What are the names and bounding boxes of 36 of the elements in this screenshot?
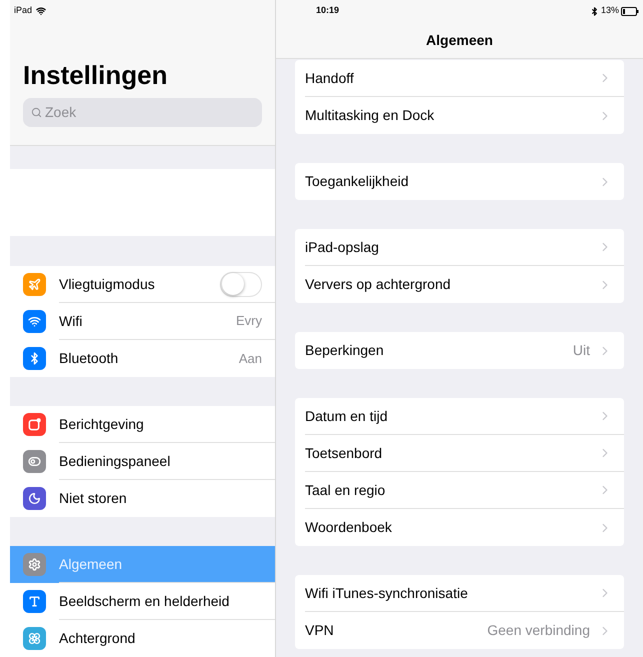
settings-row[interactable]: Datum en tijd <box>305 398 624 435</box>
bluetooth-icon <box>590 6 599 16</box>
settings-row[interactable]: Beperkingen Uit <box>305 332 624 369</box>
page-title: Algemeen <box>426 30 493 50</box>
switch-icon <box>28 455 41 468</box>
device-name: iPad <box>14 4 32 17</box>
settings-row[interactable]: Handoff <box>305 60 624 97</box>
wifi-icon <box>28 315 41 328</box>
notification-icon <box>28 418 41 432</box>
settings-icon <box>28 558 41 572</box>
search-icon <box>31 106 42 118</box>
search-field[interactable]: Zoek <box>23 98 262 127</box>
settings-row[interactable]: Toetsenbord <box>305 435 624 472</box>
settings-row[interactable]: iPad-opslag <box>305 229 624 266</box>
row-value: Uit <box>572 341 590 360</box>
row-value: Aan <box>238 350 262 368</box>
settings-row[interactable]: Wifi iTunes-synchronisatie <box>305 575 624 612</box>
text-size-icon <box>28 595 41 608</box>
sidebar-title: Instellingen <box>23 60 168 90</box>
moon-icon <box>28 492 41 506</box>
row-value: Geen verbinding <box>487 621 590 640</box>
clock-time: 10:19 <box>316 4 340 18</box>
settings-row[interactable]: Ververs op achtergrond <box>305 266 624 303</box>
bluetooth-icon <box>28 352 41 366</box>
settings-row[interactable]: Multitasking en Dock <box>305 97 624 134</box>
settings-row[interactable]: VPN Geen verbinding <box>305 612 624 649</box>
row-value: Evry <box>236 312 262 330</box>
battery-icon <box>621 6 639 16</box>
battery-percentage: 13% <box>600 4 619 18</box>
settings-row[interactable]: Taal en regio <box>305 472 624 509</box>
settings-row[interactable]: Toegankelijkheid <box>305 163 624 200</box>
toggle-switch[interactable] <box>220 272 262 297</box>
airplane-icon <box>28 278 41 292</box>
settings-row[interactable]: Woordenboek <box>305 509 624 546</box>
flower-icon <box>28 632 41 646</box>
wifi-signal-icon <box>36 6 46 16</box>
